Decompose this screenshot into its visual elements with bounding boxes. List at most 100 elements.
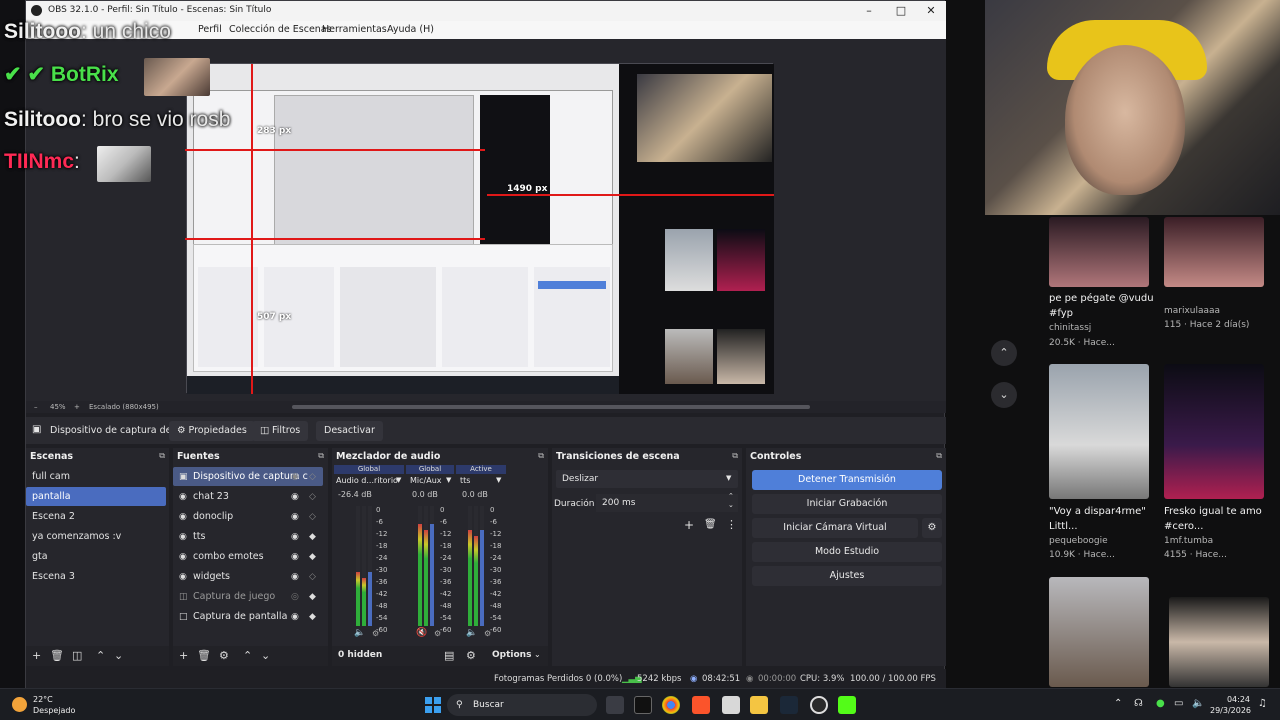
move-down-icon[interactable]: ⌄: [114, 649, 123, 662]
taskbar-search[interactable]: ⚲ Buscar: [447, 694, 597, 716]
lock-icon[interactable]: ◆: [309, 532, 316, 542]
start-recording-button[interactable]: Iniciar Grabación: [752, 494, 942, 514]
undock-icon[interactable]: ⧉: [318, 451, 324, 461]
headset-icon[interactable]: ☊: [1134, 698, 1143, 709]
chrome-icon[interactable]: [662, 696, 680, 714]
settings-button[interactable]: Ajustes: [752, 566, 942, 586]
spin-up-icon[interactable]: ⌃: [728, 492, 734, 500]
layout-icon[interactable]: ▤: [444, 649, 454, 662]
mixer-options-button[interactable]: Options: [492, 650, 531, 660]
move-up-icon[interactable]: ⌃: [96, 649, 105, 662]
scene-item-selected[interactable]: pantalla: [26, 487, 166, 506]
close-icon[interactable]: ✕: [916, 3, 946, 19]
eye-icon[interactable]: ◉: [291, 532, 299, 542]
brave-icon[interactable]: [692, 696, 710, 714]
filters-button[interactable]: ◫ Filtros: [252, 421, 309, 441]
move-up-icon[interactable]: ⌃: [243, 649, 252, 662]
scroll-up-icon[interactable]: ⌃: [991, 340, 1017, 366]
source-item-selected[interactable]: Dispositivo de captura c: [173, 467, 323, 486]
channel-settings-icon[interactable]: ⚙: [484, 629, 491, 638]
trash-icon[interactable]: 🗑: [197, 649, 211, 662]
feed-thumb-1[interactable]: [1049, 217, 1149, 287]
more-icon[interactable]: ⋮: [726, 518, 737, 531]
mic-icon[interactable]: ●: [1156, 698, 1165, 709]
eye-off-icon[interactable]: ◎: [291, 592, 299, 602]
channel-settings-icon[interactable]: ⚙: [434, 629, 441, 638]
feed-thumb-2[interactable]: [1164, 217, 1264, 287]
menu-coleccion-escenas[interactable]: Colección de Escenas: [229, 24, 332, 35]
feed-thumb-5[interactable]: [1049, 577, 1149, 687]
speaker-icon[interactable]: 🔈: [354, 628, 365, 638]
eye-icon[interactable]: ◉: [291, 572, 299, 582]
undock-icon[interactable]: ⧉: [936, 451, 942, 461]
zoom-in-icon[interactable]: +: [74, 403, 80, 411]
gear-icon[interactable]: ⚙: [219, 649, 229, 662]
volume-slider[interactable]: [430, 506, 434, 626]
minimize-icon[interactable]: –: [854, 3, 884, 19]
feed-thumb-4[interactable]: [1164, 364, 1264, 499]
properties-button[interactable]: ⚙ Propiedades: [169, 421, 255, 441]
feed-thumb-6[interactable]: [1169, 597, 1269, 687]
zoom-out-icon[interactable]: –: [34, 403, 38, 411]
stop-streaming-button[interactable]: Detener Transmisión: [752, 470, 942, 490]
channel-dropdown-icon[interactable]: ▼: [496, 476, 501, 484]
source-item-hidden[interactable]: Captura de juego: [173, 587, 323, 606]
lock-icon[interactable]: ◆: [309, 612, 316, 622]
scene-item[interactable]: ya comenzamos :v: [26, 527, 166, 546]
hidden-count[interactable]: 0 hidden: [338, 650, 382, 660]
source-item[interactable]: tts: [173, 527, 323, 546]
obs-taskbar-icon[interactable]: [810, 696, 828, 714]
preview-scrollbar[interactable]: [292, 405, 810, 409]
eye-icon[interactable]: ◉: [291, 552, 299, 562]
spin-down-icon[interactable]: ⌄: [728, 501, 734, 509]
windows-start-icon[interactable]: [425, 697, 441, 713]
source-item[interactable]: chat 23: [173, 487, 323, 506]
mute-icon[interactable]: 🔇: [416, 628, 427, 638]
unlock-icon[interactable]: ◇: [309, 512, 316, 522]
deactivate-button[interactable]: Desactivar: [316, 421, 383, 441]
volume-slider[interactable]: [368, 506, 372, 626]
studio-mode-button[interactable]: Modo Estudio: [752, 542, 942, 562]
trash-icon[interactable]: 🗑: [50, 649, 64, 662]
eye-icon[interactable]: ◉: [291, 492, 299, 502]
transition-select[interactable]: Deslizar ▼: [556, 470, 738, 488]
add-icon[interactable]: +: [179, 649, 188, 662]
source-item[interactable]: Captura de pantalla: [173, 607, 323, 626]
scene-item[interactable]: gta: [26, 547, 166, 566]
menu-ayuda[interactable]: Ayuda (H): [387, 24, 434, 35]
unlock-icon[interactable]: ◇: [309, 572, 316, 582]
channel-dropdown-icon[interactable]: ▼: [446, 476, 451, 484]
epic-games-icon[interactable]: [634, 696, 652, 714]
source-item[interactable]: combo emotes: [173, 547, 323, 566]
channel-settings-icon[interactable]: ⚙: [372, 629, 379, 638]
task-view-icon[interactable]: [606, 696, 624, 714]
move-down-icon[interactable]: ⌄: [261, 649, 270, 662]
scroll-down-icon[interactable]: ⌄: [991, 382, 1017, 408]
scene-item[interactable]: Escena 2: [26, 507, 166, 526]
advanced-audio-icon[interactable]: ⚙: [466, 649, 476, 662]
chevron-down-icon[interactable]: ⌄: [534, 650, 541, 659]
kick-icon[interactable]: [838, 696, 856, 714]
source-item[interactable]: donoclip: [173, 507, 323, 526]
scene-item[interactable]: full cam: [26, 467, 166, 486]
eye-icon[interactable]: ◉: [291, 472, 299, 482]
steam-icon[interactable]: [780, 696, 798, 714]
trash-icon[interactable]: 🗑: [704, 519, 717, 530]
volume-slider[interactable]: [480, 506, 484, 626]
weather-icon[interactable]: [12, 697, 27, 712]
virtual-camera-settings-icon[interactable]: ⚙: [922, 518, 942, 538]
undock-icon[interactable]: ⧉: [732, 451, 738, 461]
maximize-icon[interactable]: □: [886, 3, 916, 19]
duration-input[interactable]: 200 ms ⌃ ⌄: [596, 492, 738, 512]
preview-canvas[interactable]: 283 px 1490 px 507 px: [185, 63, 774, 394]
unlock-icon[interactable]: ◇: [309, 492, 316, 502]
unlock-icon[interactable]: ◇: [309, 472, 316, 482]
network-icon[interactable]: ▭: [1174, 698, 1183, 709]
eye-icon[interactable]: ◉: [291, 612, 299, 622]
scene-item[interactable]: Escena 3: [26, 567, 166, 586]
feed-thumb-3[interactable]: [1049, 364, 1149, 499]
taskbar-clock[interactable]: 04:24 29/3/2026: [1210, 694, 1251, 716]
add-icon[interactable]: +: [32, 649, 41, 662]
filter-icon[interactable]: ◫: [72, 649, 82, 662]
tray-chevron-icon[interactable]: ⌃: [1114, 698, 1122, 709]
